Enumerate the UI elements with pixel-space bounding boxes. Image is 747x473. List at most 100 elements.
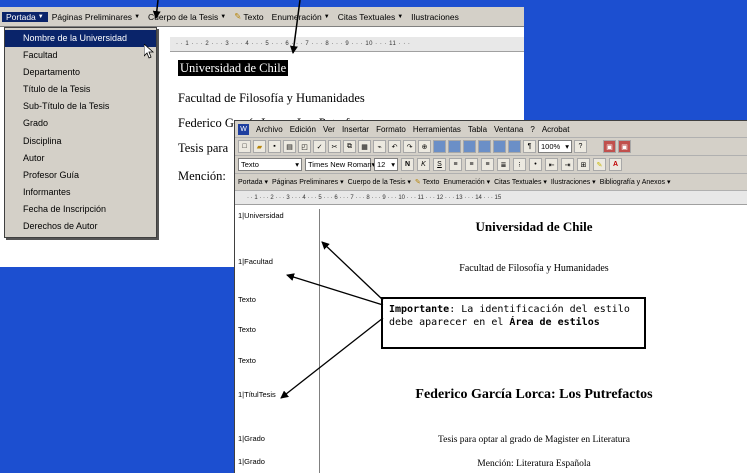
acrobat-pdf-icon[interactable]: ▣ <box>603 140 616 153</box>
back-custom-menubar: Portada ▼ Páginas Preliminares ▼ Cuerpo de… <box>0 7 524 27</box>
dropdown-item-disciplina[interactable]: Disciplina <box>5 133 156 150</box>
hyperlink-icon[interactable]: ⊕ <box>418 140 431 153</box>
menu-cuerpo-tesis[interactable]: Cuerpo de la Tesis ▼ <box>144 12 230 22</box>
menu-texto[interactable]: ✎ Texto <box>230 11 267 22</box>
columns-icon[interactable] <box>478 140 491 153</box>
insert-table-icon[interactable] <box>448 140 461 153</box>
menu-edicion[interactable]: Edición <box>290 125 316 134</box>
doc-line-universidad[interactable]: Universidad de Chile <box>178 60 289 76</box>
italic-icon[interactable]: K <box>417 158 430 171</box>
show-hide-icon[interactable]: ¶ <box>523 140 536 153</box>
dropdown-item-derechos-autor[interactable]: Derechos de Autor <box>5 218 156 235</box>
toolbar-label: Ilustraciones <box>550 179 591 186</box>
selected-text[interactable]: Universidad de Chile <box>178 60 289 76</box>
spellcheck-icon[interactable]: ✓ <box>313 140 326 153</box>
front-ruler[interactable]: · · 1 · · · 2 · · · 3 · · · 4 · · · 5 · … <box>235 191 747 205</box>
new-document-icon[interactable]: □ <box>238 140 251 153</box>
align-right-icon[interactable]: ≡ <box>481 158 494 171</box>
toolbar-enumeracion[interactable]: Enumeración ▾ <box>443 178 490 186</box>
dropdown-item-departamento[interactable]: Departamento <box>5 64 156 81</box>
underline-icon[interactable]: S <box>433 158 446 171</box>
menu-insertar[interactable]: Insertar <box>342 125 369 134</box>
dropdown-item-autor[interactable]: Autor <box>5 150 156 167</box>
menu-ventana[interactable]: Ventana <box>494 125 523 134</box>
menu-portada[interactable]: Portada ▼ <box>2 11 48 22</box>
doc-line-tesis[interactable]: Tesis para <box>178 141 228 156</box>
word-app-icon[interactable]: W <box>238 123 249 135</box>
toolbar-texto[interactable]: ✎ Texto <box>415 178 439 186</box>
dropdown-item-grado[interactable]: Grado <box>5 115 156 132</box>
menu-label: Ilustraciones <box>411 11 459 22</box>
decrease-indent-icon[interactable]: ⇤ <box>545 158 558 171</box>
tables-borders-icon[interactable] <box>433 140 446 153</box>
toolbar-ilustraciones[interactable]: Ilustraciones ▾ <box>551 178 596 186</box>
font-size-combo[interactable]: 12 ▾ <box>374 158 398 171</box>
dropdown-item-nombre-universidad[interactable]: Nombre de la Universidad <box>5 30 156 48</box>
font-color-icon[interactable]: A <box>609 158 622 171</box>
format-painter-icon[interactable]: ⌁ <box>373 140 386 153</box>
doc-grado-line[interactable]: Tesis para optar al grado de Magister en… <box>321 435 747 445</box>
toolbar-label: Portada <box>238 179 263 186</box>
menu-ver[interactable]: Ver <box>323 125 335 134</box>
menu-label: Texto <box>243 11 264 22</box>
dropdown-item-fecha-inscripcion[interactable]: Fecha de Inscripción <box>5 201 156 218</box>
undo-icon[interactable]: ↶ <box>388 140 401 153</box>
copy-icon[interactable]: ⧉ <box>343 140 356 153</box>
numbering-icon[interactable]: ⁝ <box>513 158 526 171</box>
font-combo[interactable]: Times New Roman▾ <box>305 158 375 171</box>
menu-ilustraciones[interactable]: Ilustraciones <box>407 12 463 22</box>
align-left-icon[interactable]: ≡ <box>449 158 462 171</box>
doc-heading-facultad[interactable]: Facultad de Filosofía y Humanidades <box>321 263 747 274</box>
menu-ayuda[interactable]: ? <box>530 125 534 134</box>
menu-enumeracion[interactable]: Enumeración ▼ <box>268 12 334 22</box>
redo-icon[interactable]: ↷ <box>403 140 416 153</box>
borders-icon[interactable]: ⊞ <box>577 158 590 171</box>
help-icon[interactable]: ? <box>574 140 587 153</box>
dropdown-item-titulo-tesis[interactable]: Título de la Tesis <box>5 81 156 98</box>
drawing-icon[interactable] <box>493 140 506 153</box>
toolbar-cuerpo-tesis[interactable]: Cuerpo de la Tesis ▾ <box>348 178 411 186</box>
open-folder-icon[interactable]: ▰ <box>253 140 266 153</box>
doc-line-facultad[interactable]: Facultad de Filosofía y Humanidades <box>178 91 365 106</box>
justify-icon[interactable]: ≣ <box>497 158 510 171</box>
back-ruler[interactable]: · · 1 · · · 2 · · · 3 · · · 4 · · · 5 · … <box>170 37 524 52</box>
menu-formato[interactable]: Formato <box>376 125 406 134</box>
style-combo[interactable]: Texto ▾ <box>238 158 302 171</box>
acrobat-pdf-mail-icon[interactable]: ▣ <box>618 140 631 153</box>
align-center-icon[interactable]: ≡ <box>465 158 478 171</box>
bold-icon[interactable]: N <box>401 158 414 171</box>
toolbar-portada[interactable]: Portada ▾ <box>238 178 268 186</box>
print-icon[interactable]: ▤ <box>283 140 296 153</box>
pencil-icon: ✎ <box>414 179 421 186</box>
toolbar-citas-textuales[interactable]: Citas Textuales ▾ <box>494 178 547 186</box>
doc-title-tesis[interactable]: Federico García Lorca: Los Putrefactos <box>321 387 747 403</box>
increase-indent-icon[interactable]: ⇥ <box>561 158 574 171</box>
style-label: Texto <box>238 295 256 304</box>
menu-citas-textuales[interactable]: Citas Textuales ▼ <box>334 12 407 22</box>
doc-heading-universidad[interactable]: Universidad de Chile <box>321 219 747 235</box>
cut-icon[interactable]: ✂ <box>328 140 341 153</box>
menu-tabla[interactable]: Tabla <box>468 125 487 134</box>
style-area-pane[interactable]: 1|Universidad 1|Facultad Texto Texto Tex… <box>235 209 320 473</box>
menu-archivo[interactable]: Archivo <box>256 125 283 134</box>
paste-icon[interactable]: ▦ <box>358 140 371 153</box>
toolbar-paginas-preliminares[interactable]: Páginas Preliminares ▾ <box>272 178 344 186</box>
highlight-icon[interactable]: ✎ <box>593 158 606 171</box>
dropdown-item-profesor-guia[interactable]: Profesor Guía <box>5 167 156 184</box>
bullets-icon[interactable]: • <box>529 158 542 171</box>
print-preview-icon[interactable]: ◰ <box>298 140 311 153</box>
dropdown-item-facultad[interactable]: Facultad <box>5 47 156 64</box>
save-icon[interactable]: ▪ <box>268 140 281 153</box>
dropdown-item-informantes[interactable]: Informantes <box>5 184 156 201</box>
insert-excel-icon[interactable] <box>463 140 476 153</box>
menu-acrobat[interactable]: Acrobat <box>542 125 570 134</box>
dropdown-item-subtitulo-tesis[interactable]: Sub-Título de la Tesis <box>5 98 156 115</box>
document-map-icon[interactable] <box>508 140 521 153</box>
menu-herramientas[interactable]: Herramientas <box>413 125 461 134</box>
chevron-down-icon: ▾ <box>295 160 299 169</box>
menu-paginas-preliminares[interactable]: Páginas Preliminares ▼ <box>48 12 144 22</box>
toolbar-bibliografia-anexos[interactable]: Bibliografía y Anexos ▾ <box>600 178 671 186</box>
doc-line-mencion[interactable]: Mención: <box>178 169 226 184</box>
doc-mencion-line[interactable]: Mención: Literatura Española <box>321 459 747 469</box>
zoom-combo[interactable]: 100% ▾ <box>538 140 572 153</box>
